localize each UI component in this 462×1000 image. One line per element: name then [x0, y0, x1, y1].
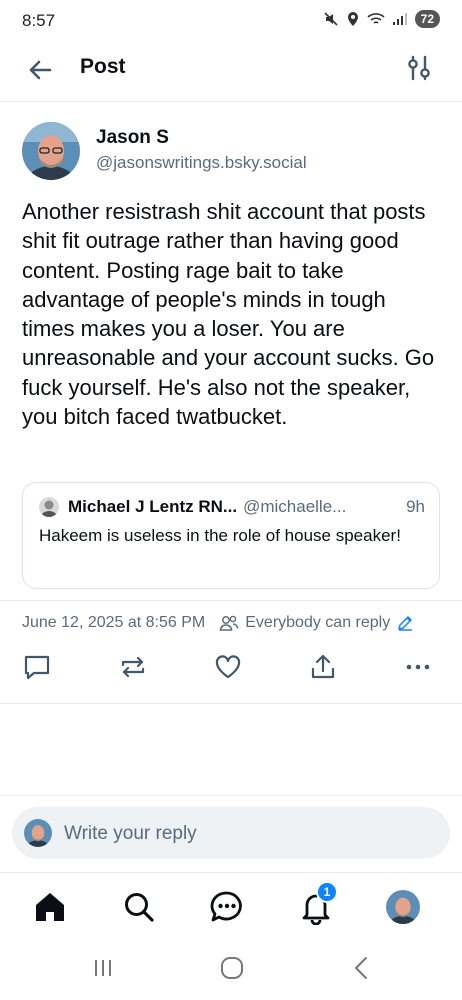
post-actions: [22, 648, 440, 688]
system-back-icon[interactable]: [348, 954, 376, 982]
post-meta: June 12, 2025 at 8:56 PM Everybody can r…: [22, 610, 444, 636]
reply-setting[interactable]: Everybody can reply: [219, 614, 414, 632]
notification-badge: 1: [316, 881, 338, 903]
search-icon[interactable]: [121, 889, 157, 925]
author-handle[interactable]: @jasonswritings.bsky.social: [96, 153, 307, 173]
post-author: Jason S @jasonswritings.bsky.social: [22, 120, 440, 184]
wifi-icon: [367, 13, 385, 24]
comment-icon[interactable]: [22, 652, 52, 682]
actions-divider: [0, 703, 462, 704]
profile-avatar[interactable]: [386, 890, 420, 924]
people-icon: [219, 615, 239, 631]
recent-apps-icon[interactable]: [89, 954, 117, 982]
reply-placeholder: Write your reply: [64, 823, 197, 844]
status-bar: 8:57 72: [0, 0, 462, 40]
mute-icon: [324, 12, 338, 26]
author-name[interactable]: Jason S: [96, 127, 169, 149]
author-avatar[interactable]: [22, 122, 80, 180]
more-icon[interactable]: [403, 652, 433, 682]
status-time: 8:57: [22, 11, 56, 30]
battery-indicator: 72: [414, 10, 440, 28]
pencil-icon[interactable]: [396, 614, 414, 632]
chat-icon[interactable]: [209, 889, 245, 925]
quoted-post[interactable]: Michael J Lentz RN... @michaelle... 9h H…: [22, 482, 440, 589]
back-arrow-icon[interactable]: [24, 54, 56, 86]
quoted-author-name: Michael J Lentz RN...: [68, 497, 238, 516]
home-icon[interactable]: [32, 889, 68, 925]
reply-setting-label: Everybody can reply: [245, 614, 391, 631]
bottom-nav: 1: [0, 872, 462, 944]
reply-input[interactable]: Write your reply: [12, 807, 450, 859]
location-icon: [347, 12, 358, 26]
quoted-author-handle: @michaelle...: [243, 497, 347, 516]
post-timestamp: June 12, 2025 at 8:56 PM: [22, 614, 206, 631]
sliders-icon[interactable]: [404, 53, 434, 83]
system-nav: [0, 944, 462, 1000]
status-icons: 72: [323, 10, 440, 28]
quoted-post-header: Michael J Lentz RN... @michaelle... 9h: [39, 496, 425, 518]
composer-divider: [0, 795, 462, 796]
heart-icon[interactable]: [213, 652, 243, 682]
page-title: Post: [80, 55, 126, 78]
home-button-icon[interactable]: [218, 954, 246, 982]
signal-icon: [392, 13, 407, 25]
current-user-avatar: [24, 819, 52, 847]
quoted-post-time: 9h: [406, 497, 425, 516]
quoted-post-text: Hakeem is useless in the role of house s…: [39, 526, 401, 545]
post-body: Another resistrash shit account that pos…: [22, 199, 435, 430]
share-icon[interactable]: [308, 652, 338, 682]
meta-divider: [0, 600, 462, 601]
post-header: Post: [0, 40, 462, 102]
repost-icon[interactable]: [118, 652, 148, 682]
quoted-author-avatar: [39, 497, 59, 517]
